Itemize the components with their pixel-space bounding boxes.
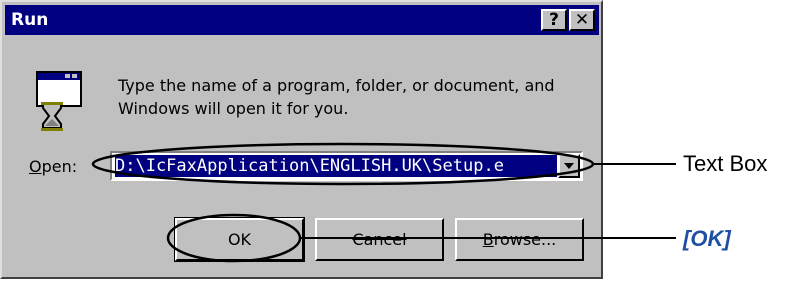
ok-callout-ellipse <box>166 213 302 263</box>
textbox-callout-ellipse <box>91 142 595 186</box>
callout-textbox-label: Text Box <box>683 151 768 176</box>
callout-ok-label: [OK] <box>683 226 731 251</box>
